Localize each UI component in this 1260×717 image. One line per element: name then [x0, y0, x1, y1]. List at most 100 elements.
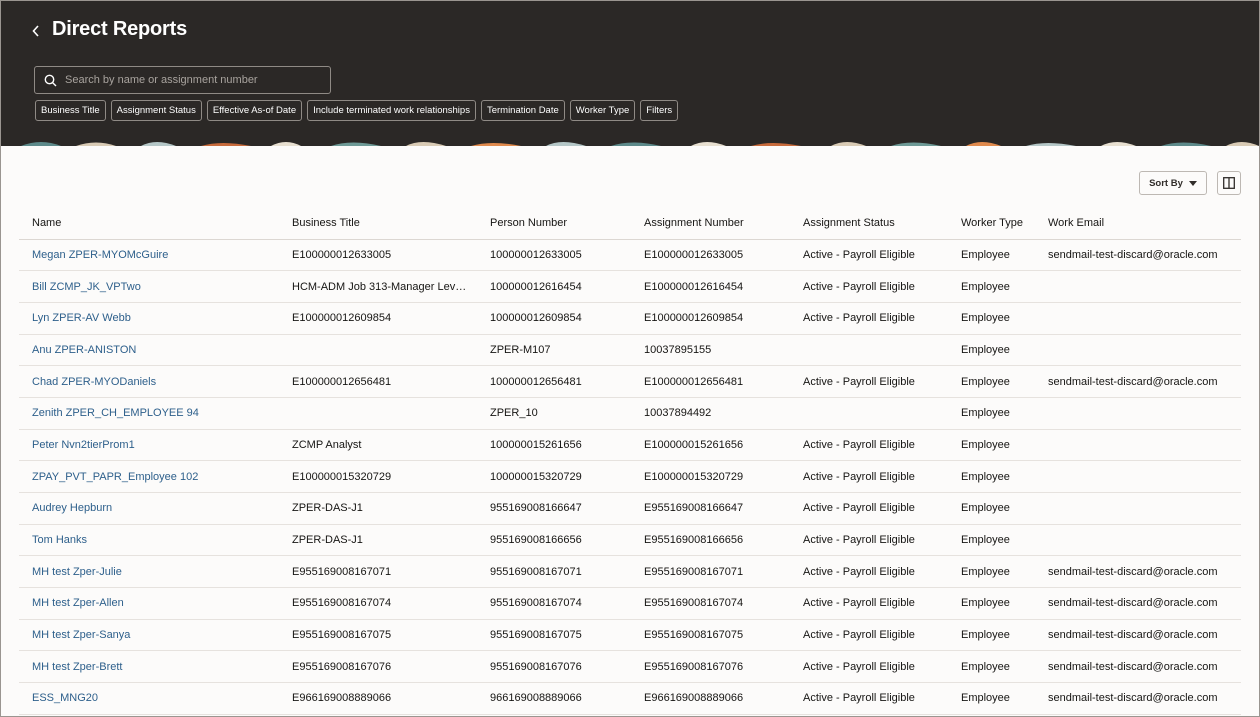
person-number-cell: ZPER-M107: [477, 334, 631, 367]
table-row[interactable]: ESS_MNG20 E966169008889066 966169008889066…: [19, 682, 1241, 715]
worker-type-cell: Employee: [948, 650, 1035, 684]
column-header-person-number[interactable]: Person Number: [477, 208, 631, 240]
column-header-assignment-status[interactable]: Assignment Status: [790, 208, 948, 240]
assignment-status-cell: [790, 397, 948, 430]
filter-chip-filters[interactable]: Filters: [640, 100, 679, 121]
chevron-left-icon: [32, 25, 39, 37]
business-title-cell: E100000012633005: [279, 239, 477, 272]
work-email-cell: sendmail-test-discard@oracle.com: [1035, 555, 1241, 589]
name-link[interactable]: Peter Nvn2tierProm1: [19, 429, 279, 462]
assignment-status-cell: Active - Payroll Eligible: [790, 302, 948, 335]
filter-chip-business-title[interactable]: Business Title: [35, 100, 106, 121]
assignment-status-cell: Active - Payroll Eligible: [790, 492, 948, 525]
assignment-status-cell: Active - Payroll Eligible: [790, 524, 948, 557]
business-title-cell: E100000012609854: [279, 302, 477, 335]
business-title-cell: E955169008167076: [279, 650, 477, 684]
assignment-number-cell: E100000012609854: [631, 302, 790, 335]
name-link[interactable]: Lyn ZPER-AV Webb: [19, 302, 279, 335]
business-title-cell: E955169008167071: [279, 555, 477, 589]
name-link[interactable]: Tom Hanks: [19, 524, 279, 557]
filter-chip-include-terminated[interactable]: Include terminated work relationships: [307, 100, 476, 121]
work-email-cell: [1035, 524, 1241, 557]
table-row[interactable]: Bill ZCMP_JK_VPTwo HCM-ADM Job 313-Manage…: [19, 270, 1241, 303]
table-row[interactable]: ZPAY_PVT_PAPR_Employee 102 E1000000153207…: [19, 460, 1241, 493]
app-window: Direct Reports Business Title Assignment…: [0, 0, 1260, 717]
business-title-cell: HCM-ADM Job 313-Manager Lev…: [279, 270, 477, 303]
assignment-status-cell: Active - Payroll Eligible: [790, 619, 948, 652]
table-row[interactable]: Zenith ZPER_CH_EMPLOYEE 94 ZPER_10 1003789…: [19, 397, 1241, 430]
business-title-cell: ZPER-DAS-J1: [279, 492, 477, 525]
assignment-status-cell: Active - Payroll Eligible: [790, 239, 948, 272]
columns-button[interactable]: [1217, 171, 1241, 195]
filter-chip-assignment-status[interactable]: Assignment Status: [110, 100, 202, 121]
name-link[interactable]: Zenith ZPER_CH_EMPLOYEE 94: [19, 397, 279, 430]
name-link[interactable]: MH test Zper-Julie: [19, 555, 279, 589]
name-link[interactable]: MH test Zper-Brett: [19, 650, 279, 684]
column-header-business-title[interactable]: Business Title: [279, 208, 477, 240]
assignment-number-cell: E955169008167074: [631, 587, 790, 620]
assignment-number-cell: 10037895155: [631, 334, 790, 367]
assignment-number-cell: E100000012616454: [631, 270, 790, 303]
filter-chip-effective-date[interactable]: Effective As-of Date: [206, 100, 303, 121]
column-header-name[interactable]: Name: [19, 208, 279, 240]
assignment-number-cell: 10037894492: [631, 397, 790, 430]
assignment-number-cell: E100000015261656: [631, 429, 790, 462]
search-input[interactable]: [65, 74, 320, 86]
worker-type-cell: Employee: [948, 365, 1035, 398]
assignment-number-cell: E100000015320729: [631, 460, 790, 493]
table-row[interactable]: MH test Zper-Allen E955169008167074 955169…: [19, 587, 1241, 620]
table-row[interactable]: MH test Zper-Sanya E955169008167075 955169…: [19, 619, 1241, 652]
worker-type-cell: Employee: [948, 302, 1035, 335]
worker-type-cell: Employee: [948, 619, 1035, 652]
table-row[interactable]: MH test Zper-Brett E955169008167076 955169…: [19, 650, 1241, 684]
worker-type-cell: Employee: [948, 460, 1035, 493]
back-button[interactable]: [25, 20, 47, 42]
worker-type-cell: Employee: [948, 397, 1035, 430]
table-row[interactable]: Peter Nvn2tierProm1 ZCMP Analyst 100000015…: [19, 429, 1241, 462]
assignment-number-cell: E955169008166656: [631, 524, 790, 557]
person-number-cell: 100000012609854: [477, 302, 631, 335]
business-title-cell: E955169008167075: [279, 619, 477, 652]
assignment-number-cell: E955169008166647: [631, 492, 790, 525]
assignment-status-cell: Active - Payroll Eligible: [790, 682, 948, 715]
table-row[interactable]: MH test Zper-Julie E955169008167071 955169…: [19, 555, 1241, 589]
assignment-status-cell: Active - Payroll Eligible: [790, 650, 948, 684]
table-row[interactable]: Audrey Hepburn ZPER-DAS-J1 955169008166647…: [19, 492, 1241, 525]
sort-by-label: Sort By: [1149, 177, 1183, 189]
assignment-number-cell: E966169008889066: [631, 682, 790, 715]
sort-by-button[interactable]: Sort By: [1139, 171, 1207, 195]
business-title-cell: ZCMP Analyst: [279, 429, 477, 462]
table-row[interactable]: Anu ZPER-ANISTON ZPER-M107 10037895155 Empl…: [19, 334, 1241, 367]
name-link[interactable]: Audrey Hepburn: [19, 492, 279, 525]
name-link[interactable]: ZPAY_PVT_PAPR_Employee 102: [19, 460, 279, 493]
column-header-worker-type[interactable]: Worker Type: [948, 208, 1035, 240]
work-email-cell: [1035, 460, 1241, 493]
name-link[interactable]: Anu ZPER-ANISTON: [19, 334, 279, 367]
business-title-cell: E955169008167074: [279, 587, 477, 620]
work-email-cell: sendmail-test-discard@oracle.com: [1035, 650, 1241, 684]
name-link[interactable]: Megan ZPER-MYOMcGuire: [19, 239, 279, 272]
person-number-cell: 955169008166647: [477, 492, 631, 525]
work-email-cell: [1035, 492, 1241, 525]
name-link[interactable]: MH test Zper-Sanya: [19, 619, 279, 652]
person-number-cell: 100000015261656: [477, 429, 631, 462]
person-number-cell: 100000015320729: [477, 460, 631, 493]
work-email-cell: [1035, 397, 1241, 430]
table-row[interactable]: Lyn ZPER-AV Webb E100000012609854 10000001…: [19, 302, 1241, 335]
search-box[interactable]: [34, 66, 331, 94]
name-link[interactable]: ESS_MNG20: [19, 682, 279, 715]
name-link[interactable]: Bill ZCMP_JK_VPTwo: [19, 270, 279, 303]
filter-chip-termination-date[interactable]: Termination Date: [480, 100, 565, 121]
work-email-cell: [1035, 429, 1241, 462]
table-row[interactable]: Megan ZPER-MYOMcGuire E100000012633005 100…: [19, 239, 1241, 272]
table-row[interactable]: Chad ZPER-MYODaniels E100000012656481 1000…: [19, 365, 1241, 398]
name-link[interactable]: MH test Zper-Allen: [19, 587, 279, 620]
column-header-assignment-number[interactable]: Assignment Number: [631, 208, 790, 240]
table-row[interactable]: Tom Hanks ZPER-DAS-J1 955169008166656 E9551…: [19, 524, 1241, 557]
filter-chip-worker-type[interactable]: Worker Type: [569, 100, 636, 121]
column-header-work-email[interactable]: Work Email: [1035, 208, 1241, 240]
worker-type-cell: Employee: [948, 682, 1035, 715]
worker-type-cell: Employee: [948, 429, 1035, 462]
page-title: Direct Reports: [52, 18, 188, 40]
name-link[interactable]: Chad ZPER-MYODaniels: [19, 365, 279, 398]
